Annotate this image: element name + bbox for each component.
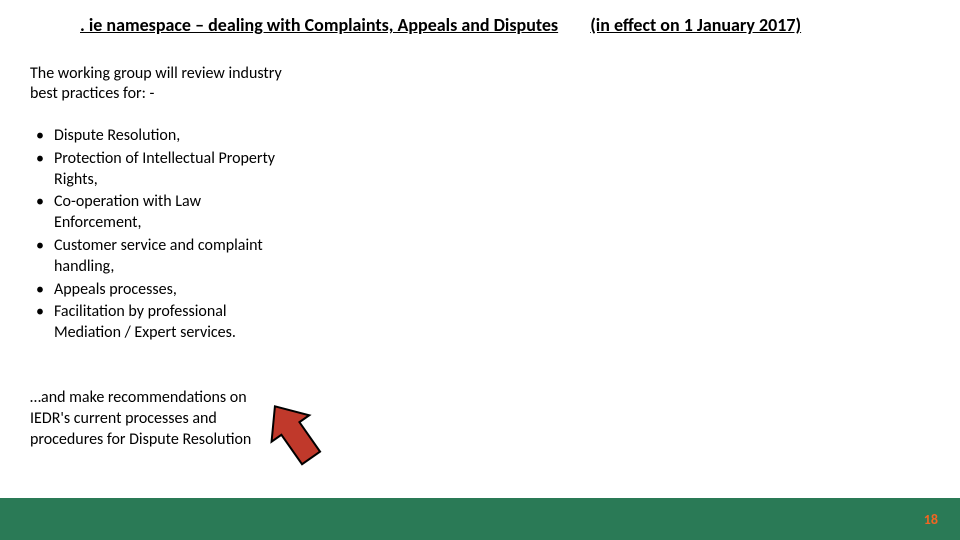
title-note: (in effect on 1 January 2017) — [590, 14, 801, 36]
list-item: Appeals processes, — [30, 280, 290, 301]
list-item: Protection of Intellectual Property Righ… — [30, 149, 290, 191]
arrow-shape — [260, 395, 330, 471]
outro-text: …and make recommendations on IEDR's curr… — [30, 388, 260, 450]
title-main: . ie namespace – dealing with Complaints… — [80, 14, 558, 36]
list-item: Dispute Resolution, — [30, 126, 290, 147]
list-item: Facilitation by professional Mediation /… — [30, 302, 290, 344]
list-item: Customer service and complaint handling, — [30, 236, 290, 278]
intro-text: The working group will review industry b… — [30, 64, 290, 104]
title-row: . ie namespace – dealing with Complaints… — [80, 14, 920, 36]
footer-bar — [0, 498, 960, 540]
bullet-list: Dispute Resolution, Protection of Intell… — [30, 126, 290, 346]
page-number: 18 — [924, 511, 938, 528]
list-item: Co-operation with Law Enforcement, — [30, 192, 290, 234]
slide: . ie namespace – dealing with Complaints… — [0, 0, 960, 540]
arrow-up-right-icon — [260, 395, 330, 475]
